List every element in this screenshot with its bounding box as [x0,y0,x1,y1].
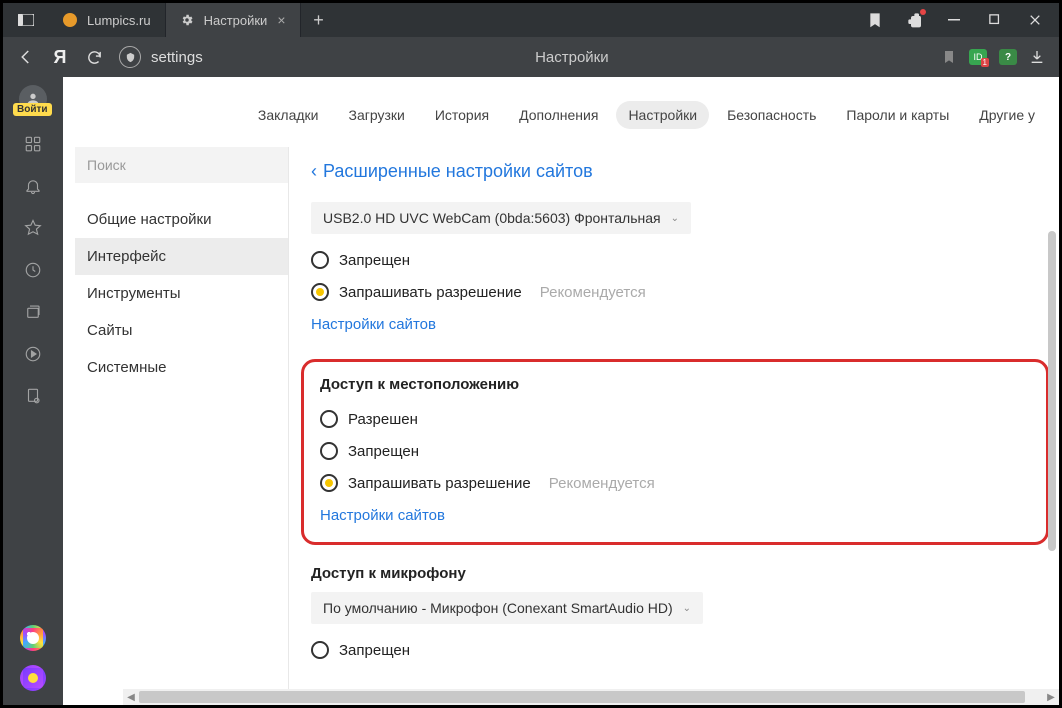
radio-icon [311,251,329,269]
back-icon[interactable] [17,48,35,66]
hint-label: Рекомендуется [549,475,655,492]
top-tab-settings[interactable]: Настройки [616,101,709,129]
left-sidebar: Войти [3,77,63,705]
history-icon[interactable] [22,259,44,281]
minimize-icon[interactable] [947,12,963,28]
top-tab-bookmarks[interactable]: Закладки [246,101,331,129]
yandex-logo[interactable]: Я [51,48,69,66]
addrbar-right-icons: ID ? [941,49,1045,65]
location-option-denied[interactable]: Запрещен [320,435,1030,467]
location-site-settings-link[interactable]: Настройки сайтов [320,499,1030,532]
camera-site-settings-link[interactable]: Настройки сайтов [311,308,1041,341]
radio-icon [320,442,338,460]
camera-device-dropdown[interactable]: USB2.0 HD UVC WebCam (0bda:5603) Фронтал… [311,202,691,234]
app-shortcut-2-icon[interactable] [20,665,46,691]
downloads-icon[interactable] [1029,49,1045,65]
radio-checked-icon [311,283,329,301]
note-icon[interactable] [22,385,44,407]
scroll-right-icon[interactable]: ▶ [1043,689,1059,705]
close-tab-icon[interactable]: × [277,12,285,28]
extension-2-icon[interactable]: ? [999,49,1017,65]
top-tabs: Закладки Загрузки История Дополнения Нас… [63,77,1059,147]
scroll-left-icon[interactable]: ◀ [123,689,139,705]
mic-option-denied[interactable]: Запрещен [311,634,1041,666]
radio-icon [320,410,338,428]
chevron-down-icon: ⌄ [671,213,679,224]
bookmark-icon[interactable] [941,49,957,65]
address-bar: Я settings Настройки ID ? [3,37,1059,77]
maximize-icon[interactable] [987,12,1003,28]
location-option-ask[interactable]: Запрашивать разрешение Рекомендуется [320,467,1030,499]
settings-main: ‹Расширенные настройки сайтов USB2.0 HD … [289,147,1059,705]
side-panel-toggle-icon[interactable] [3,3,49,37]
chevron-left-icon: ‹ [311,161,317,181]
tab-title: Настройки [204,13,268,28]
site-shield-icon[interactable] [119,46,141,68]
radio-icon [311,641,329,659]
radio-checked-icon [320,474,338,492]
hint-label: Рекомендуется [540,284,646,301]
title-bar: Lumpics.ru Настройки × + [3,3,1059,37]
nav-interface[interactable]: Интерфейс [75,238,288,275]
top-tab-downloads[interactable]: Загрузки [336,101,416,129]
bookmark-ribbon-icon[interactable] [867,12,883,28]
apps-grid-icon[interactable] [22,133,44,155]
content-row: Поиск Общие настройки Интерфейс Инструме… [63,147,1059,705]
extension-1-icon[interactable]: ID [969,49,987,65]
nav-general[interactable]: Общие настройки [75,201,288,238]
settings-pane: Закладки Загрузки История Дополнения Нас… [63,77,1059,705]
bell-icon[interactable] [22,175,44,197]
window-controls [851,3,1059,37]
gear-icon [180,13,194,27]
collections-icon[interactable] [22,301,44,323]
section-heading[interactable]: ‹Расширенные настройки сайтов [311,161,1041,182]
top-tab-history[interactable]: История [423,101,501,129]
settings-nav-panel: Поиск Общие настройки Интерфейс Инструме… [63,147,289,705]
settings-category-nav: Общие настройки Интерфейс Инструменты Са… [75,201,288,386]
reload-icon[interactable] [85,48,103,66]
star-icon[interactable] [22,217,44,239]
account-avatar[interactable]: Войти [19,85,47,113]
body: Войти Закладки Загрузки История Дополнен… [3,77,1059,705]
mic-title: Доступ к микрофону [311,565,1041,582]
mic-device-dropdown[interactable]: По умолчанию - Микрофон (Conexant SmartA… [311,592,703,624]
tab-settings[interactable]: Настройки × [166,3,301,37]
location-block-highlighted: Доступ к местоположению Разрешен Запреще… [301,359,1049,545]
close-window-icon[interactable] [1027,12,1043,28]
extensions-icon[interactable] [907,12,923,28]
new-tab-button[interactable]: + [301,3,337,37]
search-input[interactable]: Поиск [75,147,288,183]
play-icon[interactable] [22,343,44,365]
url-box[interactable]: settings [119,46,203,68]
tab-lumpics[interactable]: Lumpics.ru [49,3,166,37]
location-option-allow[interactable]: Разрешен [320,403,1030,435]
nav-sites[interactable]: Сайты [75,312,288,349]
camera-block: USB2.0 HD UVC WebCam (0bda:5603) Фронтал… [311,202,1041,341]
content-vertical-scrollbar[interactable] [1045,147,1057,705]
app-shortcut-1-icon[interactable] [20,625,46,651]
nav-tools[interactable]: Инструменты [75,275,288,312]
url-text: settings [151,49,203,66]
nav-system[interactable]: Системные [75,349,288,386]
page-title: Настройки [219,49,925,66]
location-title: Доступ к местоположению [320,376,1030,393]
top-tab-passwords[interactable]: Пароли и карты [834,101,961,129]
microphone-block: Доступ к микрофону По умолчанию - Микроф… [311,565,1041,666]
chevron-down-icon: ⌄ [683,603,691,614]
camera-option-ask[interactable]: Запрашивать разрешение Рекомендуется [311,276,1041,308]
camera-option-denied[interactable]: Запрещен [311,244,1041,276]
browser-window: Lumpics.ru Настройки × + [3,3,1059,705]
top-tab-addons[interactable]: Дополнения [507,101,610,129]
horizontal-scrollbar[interactable]: ◀ ▶ [123,689,1059,705]
tab-title: Lumpics.ru [87,13,151,28]
favicon-icon [63,13,77,27]
login-badge: Войти [13,103,52,116]
top-tab-other[interactable]: Другие у [967,101,1047,129]
top-tab-security[interactable]: Безопасность [715,101,828,129]
